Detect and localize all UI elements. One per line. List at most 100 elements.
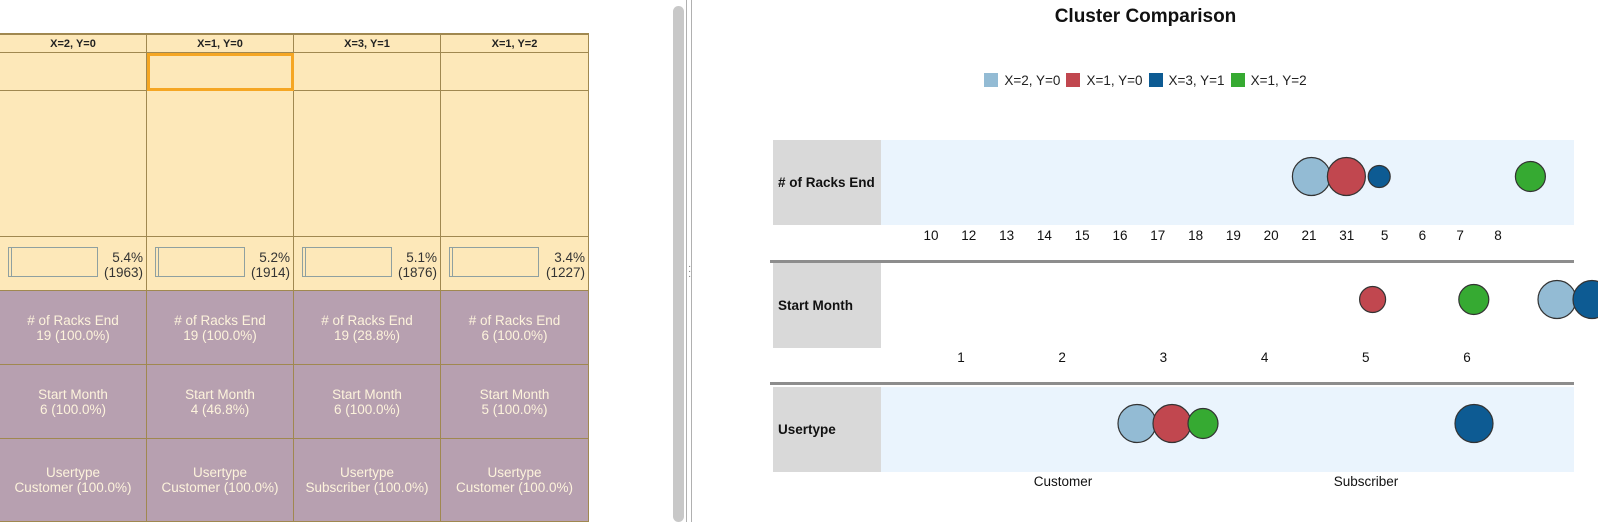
bubble-x-2-y-0[interactable] [1537,279,1577,320]
axis-tick-label: 20 [1263,228,1279,243]
feature-value: 6 (100.0%) [39,401,107,417]
panel-plot-area[interactable] [881,263,1598,348]
panel-plot-area[interactable] [881,387,1574,472]
feature-value: 4 (46.8%) [190,401,250,417]
chart-panel: Usertype Customer Subscriber [773,387,1574,489]
axis-tick-label: 17 [1150,228,1166,243]
bubble-x-1-y-0[interactable] [1359,285,1387,314]
chart-legend: X=2, Y=0 X=1, Y=0 X=3, Y=1 X=1, Y=2 [693,73,1598,88]
cluster-description-cell[interactable] [0,91,147,237]
feature-name: Start Month [332,386,402,402]
feature-cell[interactable]: Start Month 6 (100.0%) [294,365,441,439]
legend-swatch [1148,73,1163,87]
chart-title: Cluster Comparison [1054,6,1237,27]
feature-cell[interactable]: Usertype Customer (100.0%) [0,439,147,522]
axis-tick-label: 15 [1074,228,1090,243]
feature-value: Subscriber (100.0%) [305,480,429,495]
feature-cell[interactable]: Start Month 4 (46.8%) [147,365,294,439]
cluster-label-cell[interactable] [294,53,441,91]
legend-item[interactable]: X=3, Y=1 [1148,73,1225,88]
feature-value: Customer (100.0%) [14,480,132,495]
bubble-x-2-y-0[interactable] [1291,156,1331,197]
axis-tick-label: 10 [923,228,939,243]
column-header-x1-y0[interactable]: X=1, Y=0 [147,33,294,53]
axis-tick-label: 16 [1112,228,1128,243]
panel-plot-area[interactable] [881,140,1574,225]
column-header-x3-y1[interactable]: X=3, Y=1 [294,33,441,53]
cluster-description-cell[interactable] [294,91,441,237]
feature-cell[interactable]: # of Racks End 6 (100.0%) [441,291,589,365]
bubble-x-2-y-0[interactable] [1117,403,1157,444]
feature-cell[interactable]: # of Racks End 19 (100.0%) [147,291,294,365]
scrollbar-thumb[interactable] [673,6,684,522]
legend-item[interactable]: X=1, Y=0 [1066,73,1143,88]
feature-cell[interactable]: Usertype Customer (100.0%) [147,439,294,522]
legend-label: X=1, Y=2 [1250,73,1307,88]
cluster-size-bar [155,247,245,277]
feature-value: 19 (100.0%) [183,327,257,343]
axis-tick-label: 12 [961,228,977,243]
axis-tick-label: 31 [1339,228,1355,243]
cluster-description-cell[interactable] [147,91,294,237]
splitter-grip-icon[interactable]: · · · [688,262,691,282]
panel-separator [770,382,1574,385]
feature-name: Start Month [38,386,108,402]
bubble-x-1-y-2[interactable] [1187,407,1219,440]
cluster-grid: X=2, Y=0 5.4% (1963) # of Racks End 19 (100.… [0,33,601,522]
bubble-layer [1359,279,1598,320]
feature-value: Customer (100.0%) [455,480,574,495]
axis-tick-label: Subscriber [1333,474,1399,489]
feature-cell[interactable]: Start Month 6 (100.0%) [0,365,147,439]
chart-panel: # of Racks End 10 12 13 14 15 16 17 18 19 20 21 31 5 6… [773,140,1574,243]
cluster-grid-pane: X=2, Y=0 5.4% (1963) # of Racks End 19 (100.… [0,0,668,522]
feature-cell[interactable]: Usertype Customer (100.0%) [441,439,589,522]
feature-name: # of Racks End [174,312,266,328]
column-header-x2-y0[interactable]: X=2, Y=0 [0,33,147,53]
cluster-size-text: 5.1% (1876) [398,250,437,280]
axis-tick-label: 5 [1380,228,1389,243]
column-header-x1-y2[interactable]: X=1, Y=2 [441,33,589,53]
legend-item[interactable]: X=2, Y=0 [984,73,1060,88]
bubble-x-3-y-1[interactable] [1367,164,1391,189]
feature-value: 5 (100.0%) [481,401,548,417]
cluster-label-cell[interactable] [0,53,147,91]
feature-cell[interactable]: # of Racks End 19 (100.0%) [0,291,147,365]
feature-cell[interactable]: # of Racks End 19 (28.8%) [294,291,441,365]
feature-cell[interactable]: Usertype Subscriber (100.0%) [294,439,441,522]
cluster-size-text: 5.4% (1963) [104,250,143,280]
feature-name: # of Racks End [27,312,119,328]
axis-tick-label: 8 [1494,228,1502,243]
cluster-label-cell[interactable] [147,53,294,91]
cluster-description-cell[interactable] [441,91,589,237]
cluster-size-percent: 5.4% [112,250,143,265]
cluster-size-percent: 5.1% [406,250,437,265]
cluster-size-count: (1876) [397,265,437,280]
bubble-x-1-y-0[interactable] [1152,403,1192,444]
cluster-size-cell[interactable]: 5.4% (1963) [0,237,147,291]
feature-value: 19 (100.0%) [36,327,110,343]
axis-tick-label: 3 [1159,350,1168,365]
bubble-x-3-y-1[interactable] [1572,279,1598,320]
cluster-size-cell[interactable]: 5.1% (1876) [294,237,441,291]
axis-tick-label: Customer [1033,474,1093,489]
bubble-x-1-y-2[interactable] [1514,160,1547,193]
cluster-size-cell[interactable]: 3.4% (1227) [441,237,589,291]
bubble-x-1-y-2[interactable] [1458,283,1490,316]
feature-name: # of Racks End [468,312,561,328]
panel-label: Start Month [773,263,881,348]
axis-tick-label: 13 [999,228,1015,243]
bubble-x-1-y-0[interactable] [1326,156,1366,197]
feature-cell[interactable]: Start Month 5 (100.0%) [441,365,589,439]
cluster-size-cell[interactable]: 5.2% (1914) [147,237,294,291]
axis-tick-label: 6 [1463,350,1471,365]
axis-tick-label: 21 [1301,228,1317,243]
bubble-x-3-y-1[interactable] [1454,403,1494,444]
cluster-size-text: 3.4% (1227) [546,250,585,280]
axis-tick-label: 4 [1260,350,1269,365]
cluster-size-count: (1963) [103,265,143,280]
feature-name: # of Racks End [321,312,413,328]
chart-panel: Start Month 1 2 3 4 5 6 [773,263,1598,365]
cluster-label-cell[interactable] [441,53,589,91]
axis-tick-label: 7 [1456,228,1464,243]
legend-item[interactable]: X=1, Y=2 [1230,73,1307,88]
